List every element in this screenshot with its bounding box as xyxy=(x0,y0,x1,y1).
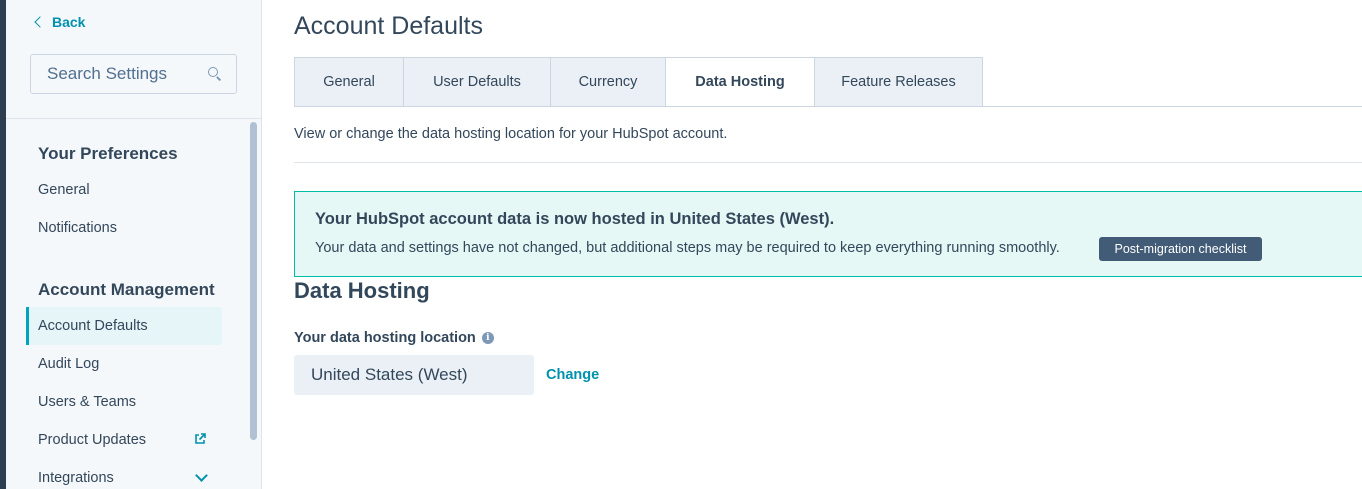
sidebar-item-label: General xyxy=(38,182,90,198)
settings-sidebar: Back Search Settings Your Preferences Ge… xyxy=(6,0,262,489)
sidebar-item-integrations[interactable]: Integrations xyxy=(26,459,222,489)
post-migration-checklist-button[interactable]: Post-migration checklist xyxy=(1099,237,1262,261)
sidebar-item-label: Users & Teams xyxy=(38,394,137,410)
sidebar-nav: Your Preferences General Notifications A… xyxy=(6,119,262,489)
field-label: Your data hosting location i xyxy=(294,330,494,346)
tab-bar: General User Defaults Currency Data Host… xyxy=(294,57,983,107)
section-title-your-preferences: Your Preferences xyxy=(38,144,178,163)
sidebar-item-label: Product Updates xyxy=(38,432,147,448)
tab-currency[interactable]: Currency xyxy=(550,57,665,107)
hosting-location-field: United States (West) xyxy=(294,355,534,395)
sidebar-item-label: Account Defaults xyxy=(38,318,148,334)
sidebar-item-users-teams[interactable]: Users & Teams xyxy=(26,383,222,421)
external-link-icon xyxy=(195,433,206,444)
tab-user-defaults[interactable]: User Defaults xyxy=(403,57,550,107)
back-label: Back xyxy=(52,14,86,30)
alert-title: Your HubSpot account data is now hosted … xyxy=(315,210,835,228)
page-title: Account Defaults xyxy=(294,12,483,40)
field-label-text: Your data hosting location xyxy=(294,330,476,346)
migration-alert: Your HubSpot account data is now hosted … xyxy=(294,191,1362,277)
back-button[interactable]: Back xyxy=(32,14,85,30)
sidebar-item-label: Notifications xyxy=(38,220,117,236)
info-icon[interactable]: i xyxy=(481,332,494,344)
tab-general[interactable]: General xyxy=(294,57,403,107)
sidebar-item-notifications[interactable]: Notifications xyxy=(26,209,222,247)
sidebar-item-account-defaults[interactable]: Account Defaults xyxy=(26,307,222,345)
section-heading: Data Hosting xyxy=(294,278,430,303)
sidebar-item-label: Integrations xyxy=(38,470,114,486)
sidebar-item-audit-log[interactable]: Audit Log xyxy=(26,345,222,383)
sidebar-scrollbar[interactable] xyxy=(250,122,257,440)
tab-data-hosting[interactable]: Data Hosting xyxy=(665,57,814,107)
chevron-down-icon[interactable] xyxy=(195,469,208,482)
sidebar-item-label: Audit Log xyxy=(38,356,100,372)
sidebar-item-general[interactable]: General xyxy=(26,171,222,209)
chevron-left-icon xyxy=(34,16,46,28)
alert-body: Your data and settings have not changed,… xyxy=(315,240,1060,256)
search-placeholder: Search Settings xyxy=(47,64,168,83)
sidebar-item-product-updates[interactable]: Product Updates xyxy=(26,421,222,459)
tab-feature-releases[interactable]: Feature Releases xyxy=(814,57,983,107)
search-icon[interactable] xyxy=(208,67,222,81)
section-title-account-management: Account Management xyxy=(38,280,215,299)
search-input[interactable]: Search Settings xyxy=(30,54,237,94)
main-content: Account Defaults General User Defaults C… xyxy=(294,0,1362,489)
tabs-divider xyxy=(294,106,1362,107)
page-description: View or change the data hosting location… xyxy=(294,126,728,142)
description-divider xyxy=(294,162,1362,163)
change-location-link[interactable]: Change xyxy=(546,367,599,383)
